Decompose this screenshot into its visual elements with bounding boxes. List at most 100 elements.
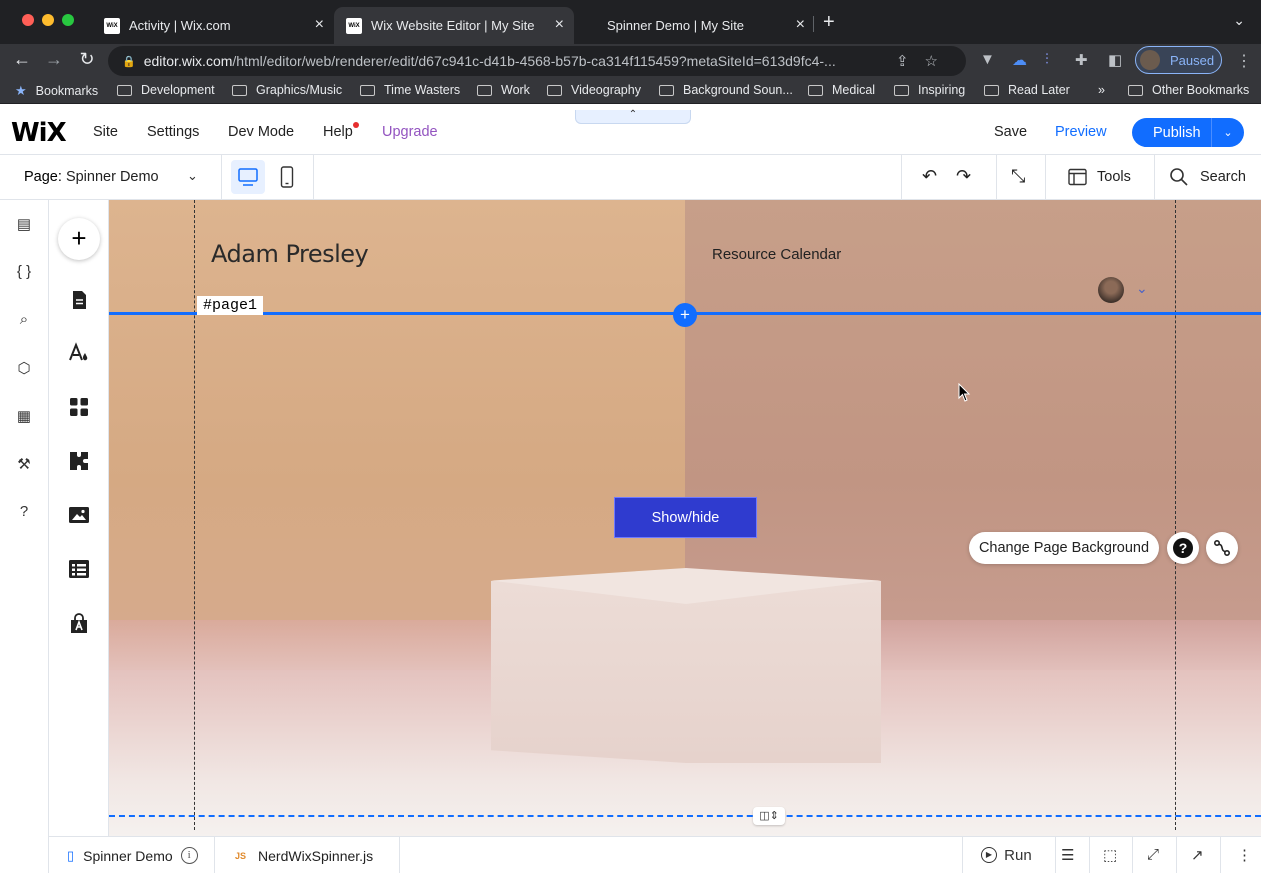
search-icon[interactable]: [1169, 167, 1189, 192]
tools-button[interactable]: Tools: [1097, 169, 1131, 185]
menu-settings[interactable]: Settings: [147, 124, 199, 140]
code-tab-js-file[interactable]: JS NerdWixSpinner.js: [215, 837, 400, 873]
code-tab-page[interactable]: ▯ Spinner Demo i: [49, 837, 215, 873]
desktop-view-button[interactable]: [231, 160, 265, 194]
extensions-puzzle-icon[interactable]: ✚: [1075, 51, 1088, 69]
bookmark-folder[interactable]: Medical: [808, 83, 875, 97]
media-image-icon[interactable]: [68, 504, 90, 526]
other-bookmarks-folder[interactable]: Other Bookmarks: [1128, 83, 1249, 97]
help-question-icon: ?: [1173, 538, 1193, 558]
site-nav-link[interactable]: Resource Calendar: [712, 246, 841, 263]
chrome-menu-icon[interactable]: ⋮: [1236, 51, 1252, 71]
mobile-view-button[interactable]: [279, 165, 295, 189]
tools-icon[interactable]: [1068, 168, 1088, 191]
bookmark-folder[interactable]: Inspiring: [894, 83, 965, 97]
tab-title: Spinner Demo | My Site: [607, 18, 745, 33]
menu-upgrade[interactable]: Upgrade: [382, 124, 438, 140]
gridline-right: [1175, 200, 1176, 830]
menu-dev-mode[interactable]: Dev Mode: [228, 124, 294, 140]
bookmark-folder[interactable]: Development: [117, 83, 215, 97]
undo-icon[interactable]: ↶: [922, 166, 937, 187]
stretch-handle-icon[interactable]: ◫⇕: [753, 807, 785, 825]
open-external-icon[interactable]: ↗: [1191, 846, 1204, 864]
page-selector[interactable]: Page: Spinner Demo: [24, 169, 159, 185]
js-file-icon: JS: [235, 850, 247, 861]
preview-button[interactable]: Preview: [1055, 124, 1107, 140]
lock-icon: 🔒: [122, 55, 136, 68]
maximize-window-button[interactable]: [62, 14, 74, 26]
bookmark-folder[interactable]: Time Wasters: [360, 83, 460, 97]
page-prefix: Page:: [24, 169, 62, 185]
side-panel-icon[interactable]: ◧: [1108, 51, 1122, 69]
more-options-icon[interactable]: ⋮: [1237, 846, 1252, 864]
redo-icon[interactable]: ↷: [956, 166, 971, 187]
expand-panel-icon[interactable]: ⤢: [1147, 846, 1159, 863]
add-section-plus-icon[interactable]: +: [673, 303, 697, 327]
help-button[interactable]: ?: [1167, 532, 1199, 564]
developer-tools-wrench-icon[interactable]: ⚒: [15, 455, 33, 473]
member-menu-chevron-icon[interactable]: ⌄: [1136, 280, 1148, 297]
bookmark-folder[interactable]: Background Soun...: [659, 83, 793, 97]
animation-path-icon[interactable]: [1206, 532, 1238, 564]
reload-icon[interactable]: ↻: [75, 49, 99, 70]
close-window-button[interactable]: [22, 14, 34, 26]
page-code-icon[interactable]: ▤: [15, 215, 33, 233]
info-icon[interactable]: i: [180, 847, 198, 864]
help-question-icon[interactable]: ?: [15, 503, 33, 521]
publish-dropdown-chevron-icon[interactable]: ⌄: [1212, 126, 1244, 139]
browser-tab-spinner-demo[interactable]: Spinner Demo | My Site ×: [595, 7, 815, 44]
share-and-bookmark-icons[interactable]: ⇪☆: [896, 52, 954, 70]
url-path: /html/editor/web/renderer/edit/d67c941c-…: [232, 53, 836, 69]
site-title[interactable]: Adam Presley: [211, 240, 369, 268]
bookmark-folder[interactable]: Read Later: [984, 83, 1070, 97]
bookmarks-overflow-icon[interactable]: »: [1098, 83, 1105, 97]
change-page-background-button[interactable]: Change Page Background: [969, 532, 1159, 564]
bookmark-folder[interactable]: Graphics/Music: [232, 83, 342, 97]
pages-menu-icon[interactable]: [68, 289, 90, 311]
browser-tab-editor[interactable]: WiX Wix Website Editor | My Site ×: [334, 7, 574, 44]
app-market-bag-icon[interactable]: [68, 613, 90, 635]
member-avatar[interactable]: [1098, 277, 1124, 303]
menu-site[interactable]: Site: [93, 124, 118, 140]
close-tab-icon[interactable]: ×: [796, 16, 805, 34]
search-button[interactable]: Search: [1200, 169, 1246, 185]
new-tab-icon[interactable]: +: [823, 11, 835, 34]
extension-cloud-icon[interactable]: ☁: [1012, 51, 1027, 69]
close-tab-icon[interactable]: ×: [555, 16, 564, 34]
select-element-icon[interactable]: ⬚: [1103, 846, 1117, 864]
back-icon[interactable]: ←: [10, 49, 34, 70]
profile-button[interactable]: Paused: [1135, 46, 1222, 74]
packages-cube-icon[interactable]: ⬡: [15, 359, 33, 377]
save-button[interactable]: Save: [994, 124, 1027, 140]
code-search-icon[interactable]: ⌕: [15, 311, 33, 329]
address-bar[interactable]: 🔒 editor.wix.com/html/editor/web/rendere…: [108, 46, 966, 76]
properties-panel-icon[interactable]: ☰: [1061, 846, 1074, 864]
bookmark-item[interactable]: ★ Bookmarks: [15, 83, 98, 99]
site-design-icon[interactable]: [68, 342, 90, 364]
tab-search-chevron-icon[interactable]: ⌄: [1233, 12, 1245, 29]
extension-bars-icon[interactable]: ⫶: [1045, 51, 1049, 68]
publish-button[interactable]: Publish ⌄: [1132, 118, 1244, 147]
zoom-out-icon[interactable]: ⤡: [1011, 166, 1025, 187]
close-tab-icon[interactable]: ×: [315, 16, 324, 34]
cms-table-icon[interactable]: [68, 558, 90, 580]
show-hide-button[interactable]: Show/hide: [614, 497, 757, 538]
page-dropdown-chevron-icon[interactable]: ⌄: [187, 168, 198, 184]
menu-help[interactable]: Help: [323, 124, 353, 140]
my-business-puzzle-icon[interactable]: [68, 450, 90, 472]
divider: [1045, 155, 1046, 199]
database-table-icon[interactable]: ▦: [15, 407, 33, 425]
add-apps-icon[interactable]: [68, 396, 90, 418]
dev-side-rail: ▤ { } ⌕ ⬡ ▦ ⚒ ?: [0, 200, 49, 873]
bookmark-folder[interactable]: Work: [477, 83, 530, 97]
extension-v-icon[interactable]: ▼: [980, 51, 995, 68]
collapse-toolbar-handle[interactable]: ⌃: [575, 110, 691, 124]
minimize-window-button[interactable]: [42, 14, 54, 26]
browser-tab-activity[interactable]: WiX Activity | Wix.com ×: [92, 7, 334, 44]
add-elements-button[interactable]: +: [58, 218, 100, 260]
forward-icon[interactable]: →: [42, 49, 66, 70]
editor-page-bar: Page: Spinner Demo ⌄ ↶ ↷ ⤡ Tools Search: [0, 155, 1261, 200]
run-button[interactable]: ▶ Run: [981, 846, 1032, 864]
bookmark-folder[interactable]: Videography: [547, 83, 641, 97]
code-braces-icon[interactable]: { }: [15, 263, 33, 281]
